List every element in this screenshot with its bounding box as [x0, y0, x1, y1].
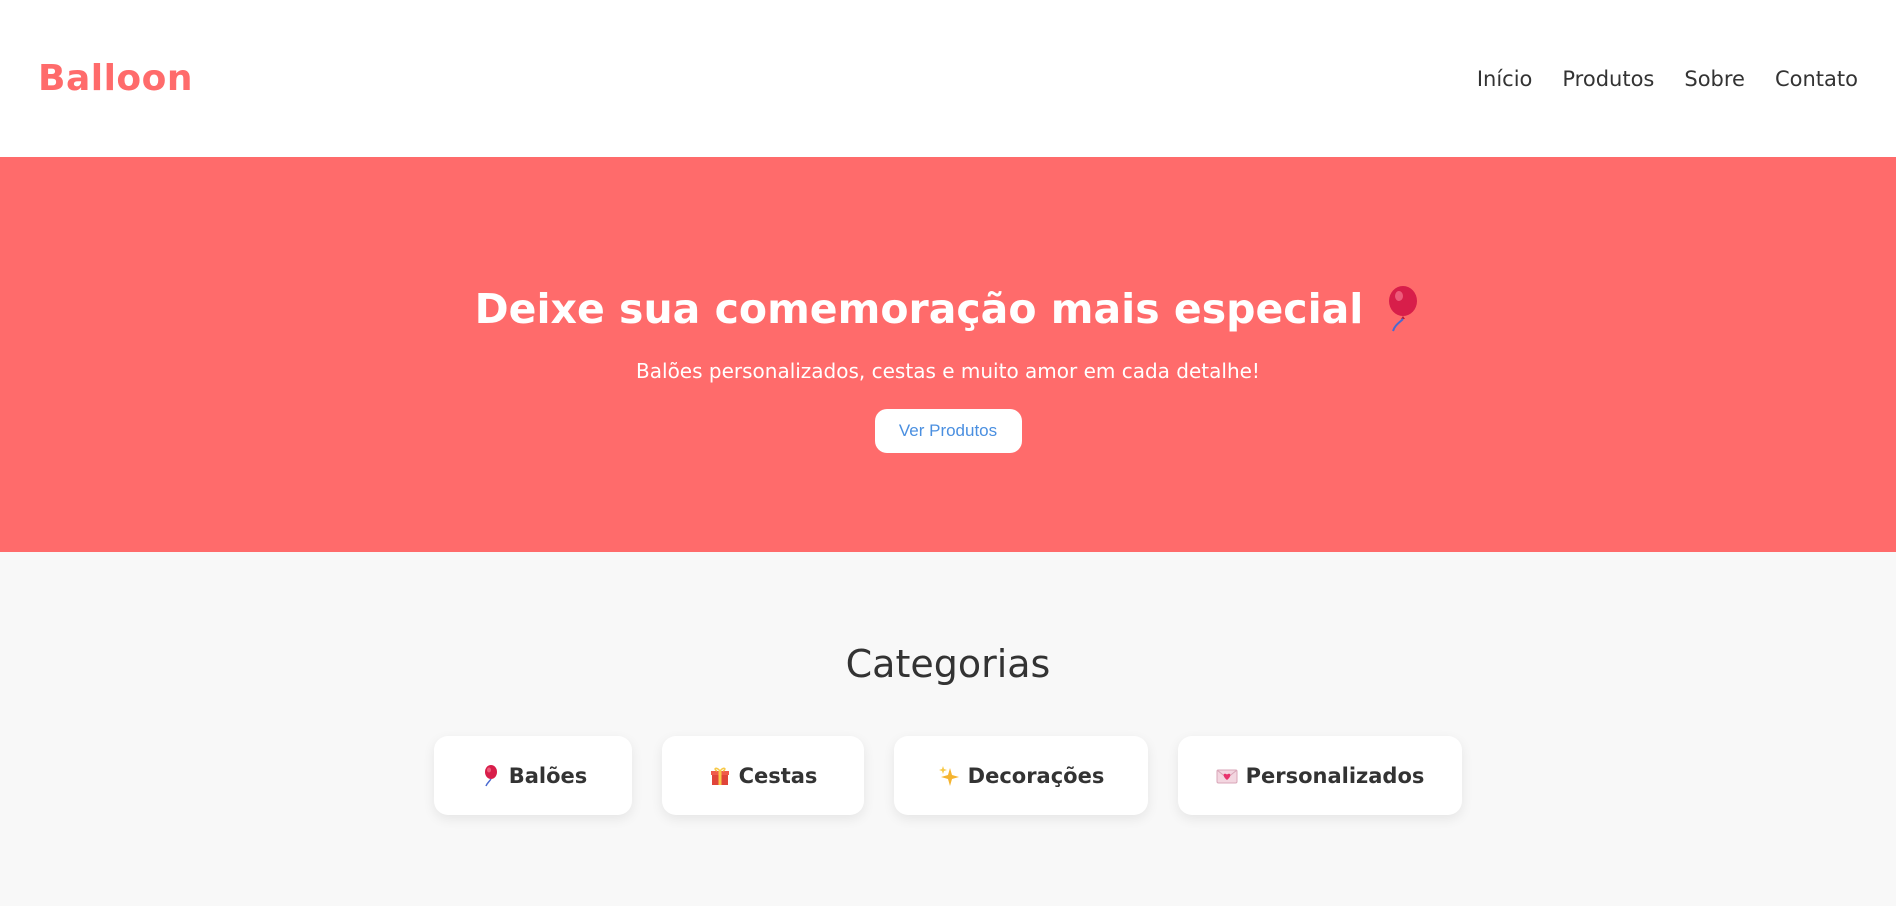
category-label: Personalizados	[1245, 763, 1425, 788]
category-label: Balões	[508, 763, 588, 788]
category-card-baloes[interactable]: Balões	[434, 736, 632, 815]
category-card-decoracoes[interactable]: Decorações	[894, 736, 1148, 815]
balloon-icon	[479, 764, 501, 787]
hero-section: Deixe sua comemoração mais especial Balõ…	[0, 157, 1896, 552]
hero-subtitle: Balões personalizados, cestas e muito am…	[636, 359, 1260, 383]
category-cards: Balões Cestas Decorações Personalizados	[434, 736, 1462, 815]
hero-title-text: Deixe sua comemoração mais especial	[474, 285, 1364, 333]
logo[interactable]: Balloon	[38, 58, 193, 99]
categories-section: Categorias Balões Cestas Decorações Pers…	[0, 552, 1896, 906]
categories-title: Categorias	[845, 642, 1051, 686]
love-letter-icon	[1216, 765, 1238, 787]
nav-link-contato[interactable]: Contato	[1775, 67, 1858, 91]
category-card-personalizados[interactable]: Personalizados	[1178, 736, 1462, 815]
nav-link-sobre[interactable]: Sobre	[1684, 67, 1745, 91]
sparkles-icon	[938, 765, 960, 787]
hero-title: Deixe sua comemoração mais especial	[475, 285, 1422, 333]
nav-link-produtos[interactable]: Produtos	[1562, 67, 1654, 91]
balloon-icon	[1381, 285, 1421, 333]
ver-produtos-button[interactable]: Ver Produtos	[874, 409, 1022, 453]
category-label: Cestas	[738, 763, 818, 788]
gift-icon	[709, 765, 731, 787]
main-nav: Início Produtos Sobre Contato	[1477, 67, 1858, 91]
category-card-cestas[interactable]: Cestas	[662, 736, 864, 815]
site-header: Balloon Início Produtos Sobre Contato	[0, 0, 1896, 157]
nav-link-inicio[interactable]: Início	[1477, 67, 1533, 91]
category-label: Decorações	[967, 763, 1105, 788]
